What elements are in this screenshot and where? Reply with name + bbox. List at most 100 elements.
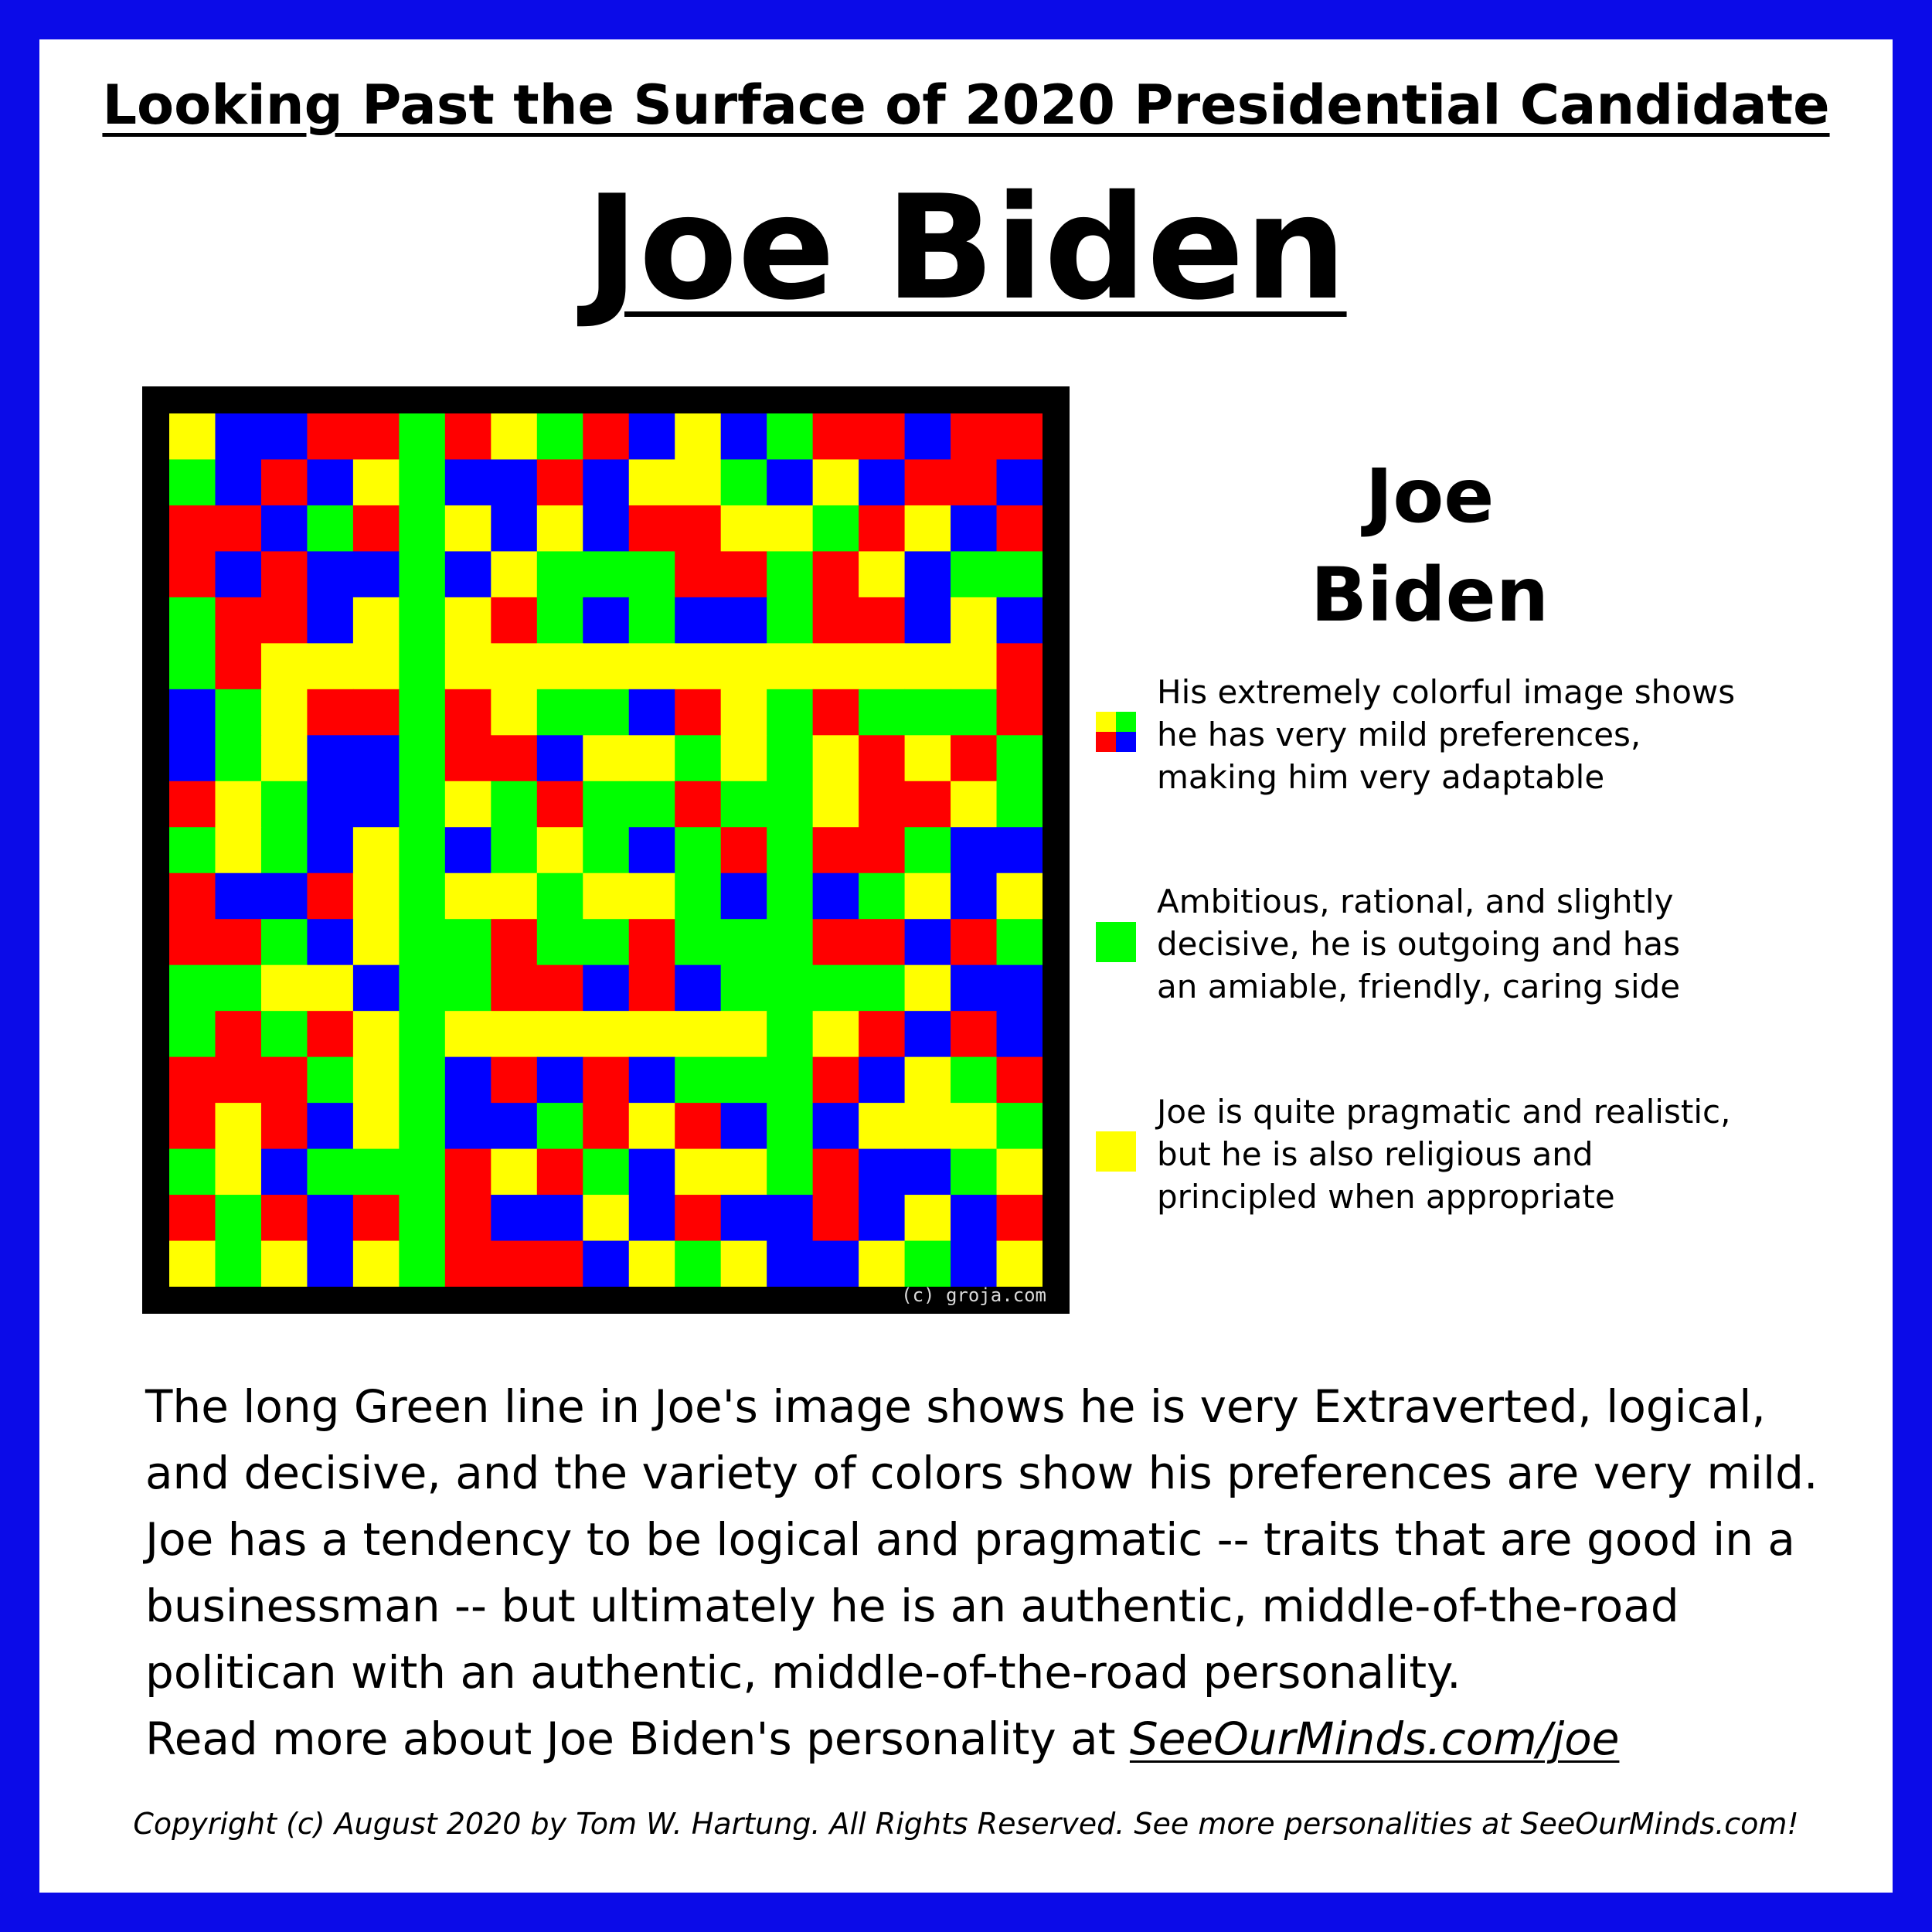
mosaic-cell — [859, 1148, 906, 1196]
mosaic-cell — [536, 1195, 583, 1242]
mosaic-cell — [260, 551, 308, 598]
trait-3-line-1: Joe is quite pragmatic and realistic, — [1157, 1093, 1731, 1131]
mosaic-cell — [720, 1056, 767, 1104]
mosaic-cell — [628, 781, 675, 828]
mosaic-cell — [767, 459, 814, 506]
mosaic-cell — [951, 551, 998, 598]
mosaic-cell — [996, 505, 1043, 553]
candidate-name: Joe Biden — [585, 164, 1347, 332]
mosaic-cell — [904, 1195, 951, 1242]
mosaic-cell — [628, 551, 675, 598]
mosaic-cell — [491, 1103, 538, 1150]
mosaic-cell — [904, 551, 951, 598]
mosaic-cell — [352, 1195, 400, 1242]
mosaic-cell — [215, 1011, 262, 1058]
mosaic-cell — [444, 1148, 492, 1196]
summary-line-4: businessman -- but ultimately he is an a… — [145, 1580, 1679, 1632]
mosaic-cell — [307, 551, 354, 598]
mosaic-cell — [904, 781, 951, 828]
trait-3-line-2: but he is also religious and — [1157, 1135, 1594, 1173]
mosaic-cell — [169, 964, 216, 1012]
mosaic-cell — [444, 964, 492, 1012]
mosaic-cell — [352, 735, 400, 782]
mosaic-cell — [536, 597, 583, 644]
mosaic-cell — [996, 643, 1043, 690]
mosaic-cell — [536, 643, 583, 690]
mosaic-cell — [628, 919, 675, 966]
mosaic-cell — [352, 643, 400, 690]
mosaic-cell — [951, 1195, 998, 1242]
mosaic-cell — [169, 919, 216, 966]
mosaic-cell — [399, 1011, 446, 1058]
mosaic-cell — [951, 597, 998, 644]
mosaic-cell — [307, 1056, 354, 1104]
mosaic-cell — [996, 413, 1043, 461]
mosaic-cell — [215, 735, 262, 782]
mosaic-cell — [904, 735, 951, 782]
mosaic-cell — [307, 827, 354, 874]
mosaic-cell — [583, 919, 630, 966]
mosaic-cell — [675, 551, 722, 598]
mosaic-cell — [675, 1056, 722, 1104]
mosaic-cell — [812, 643, 859, 690]
mosaic-cell — [767, 1103, 814, 1150]
mosaic-cell — [996, 735, 1043, 782]
mosaic-cell — [951, 1148, 998, 1196]
mosaic-cell — [859, 1103, 906, 1150]
mosaic-cell — [215, 1195, 262, 1242]
mosaic-cell — [583, 413, 630, 461]
mosaic-cell — [491, 643, 538, 690]
side-name-line1: Joe — [1365, 453, 1495, 539]
mosaic-cell — [260, 689, 308, 736]
mosaic-cell — [169, 505, 216, 553]
mosaic-cell — [675, 597, 722, 644]
trait-description-1: His extremely colorful image shows he ha… — [1157, 671, 1852, 798]
mosaic-cell — [812, 1240, 859, 1287]
mosaic-cell — [812, 597, 859, 644]
mosaic-cell — [260, 1240, 308, 1287]
side-panel-name: Joe Biden — [1244, 447, 1615, 645]
mosaic-cell — [307, 459, 354, 506]
mosaic-cell — [859, 919, 906, 966]
mosaic-cell — [859, 643, 906, 690]
mosaic-cell — [904, 505, 951, 553]
mosaic-cell — [536, 505, 583, 553]
mosaic-cell — [628, 1056, 675, 1104]
mosaic-cell — [859, 505, 906, 553]
mosaic-cell — [904, 1240, 951, 1287]
mosaic-cell — [951, 459, 998, 506]
mosaic-cell — [675, 413, 722, 461]
side-name-line2: Biden — [1310, 552, 1549, 638]
mosaic-cell — [260, 1056, 308, 1104]
mosaic-cell — [628, 1148, 675, 1196]
mosaic-cell — [812, 689, 859, 736]
mosaic-cell — [767, 551, 814, 598]
mosaic-cell — [491, 597, 538, 644]
mosaic-cell — [859, 597, 906, 644]
read-more-link[interactable]: SeeOurMinds.com/joe — [1130, 1713, 1620, 1765]
mosaic-cell — [215, 551, 262, 598]
mosaic-cell — [628, 459, 675, 506]
personality-mosaic: (c) groja.com — [142, 386, 1070, 1314]
mosaic-cell — [352, 964, 400, 1012]
mosaic-cell — [628, 872, 675, 920]
mosaic-cell — [399, 413, 446, 461]
mosaic-cell — [307, 505, 354, 553]
mosaic-cell — [583, 872, 630, 920]
mosaic-cell — [215, 781, 262, 828]
mosaic-cell — [812, 1195, 859, 1242]
mosaic-cell — [904, 1056, 951, 1104]
mosaic-cell — [399, 1148, 446, 1196]
mosaic-cell — [491, 781, 538, 828]
mosaic-cell — [628, 1240, 675, 1287]
mosaic-cell — [996, 1103, 1043, 1150]
mosaic-cell — [352, 551, 400, 598]
mosaic-cell — [169, 689, 216, 736]
yellow-square-icon — [1096, 1131, 1136, 1172]
mosaic-cell — [307, 781, 354, 828]
mosaic-cell — [169, 1195, 216, 1242]
mosaic-cell — [767, 1195, 814, 1242]
mosaic-cell — [859, 1195, 906, 1242]
mosaic-cell — [996, 919, 1043, 966]
mosaic-cell — [215, 1056, 262, 1104]
